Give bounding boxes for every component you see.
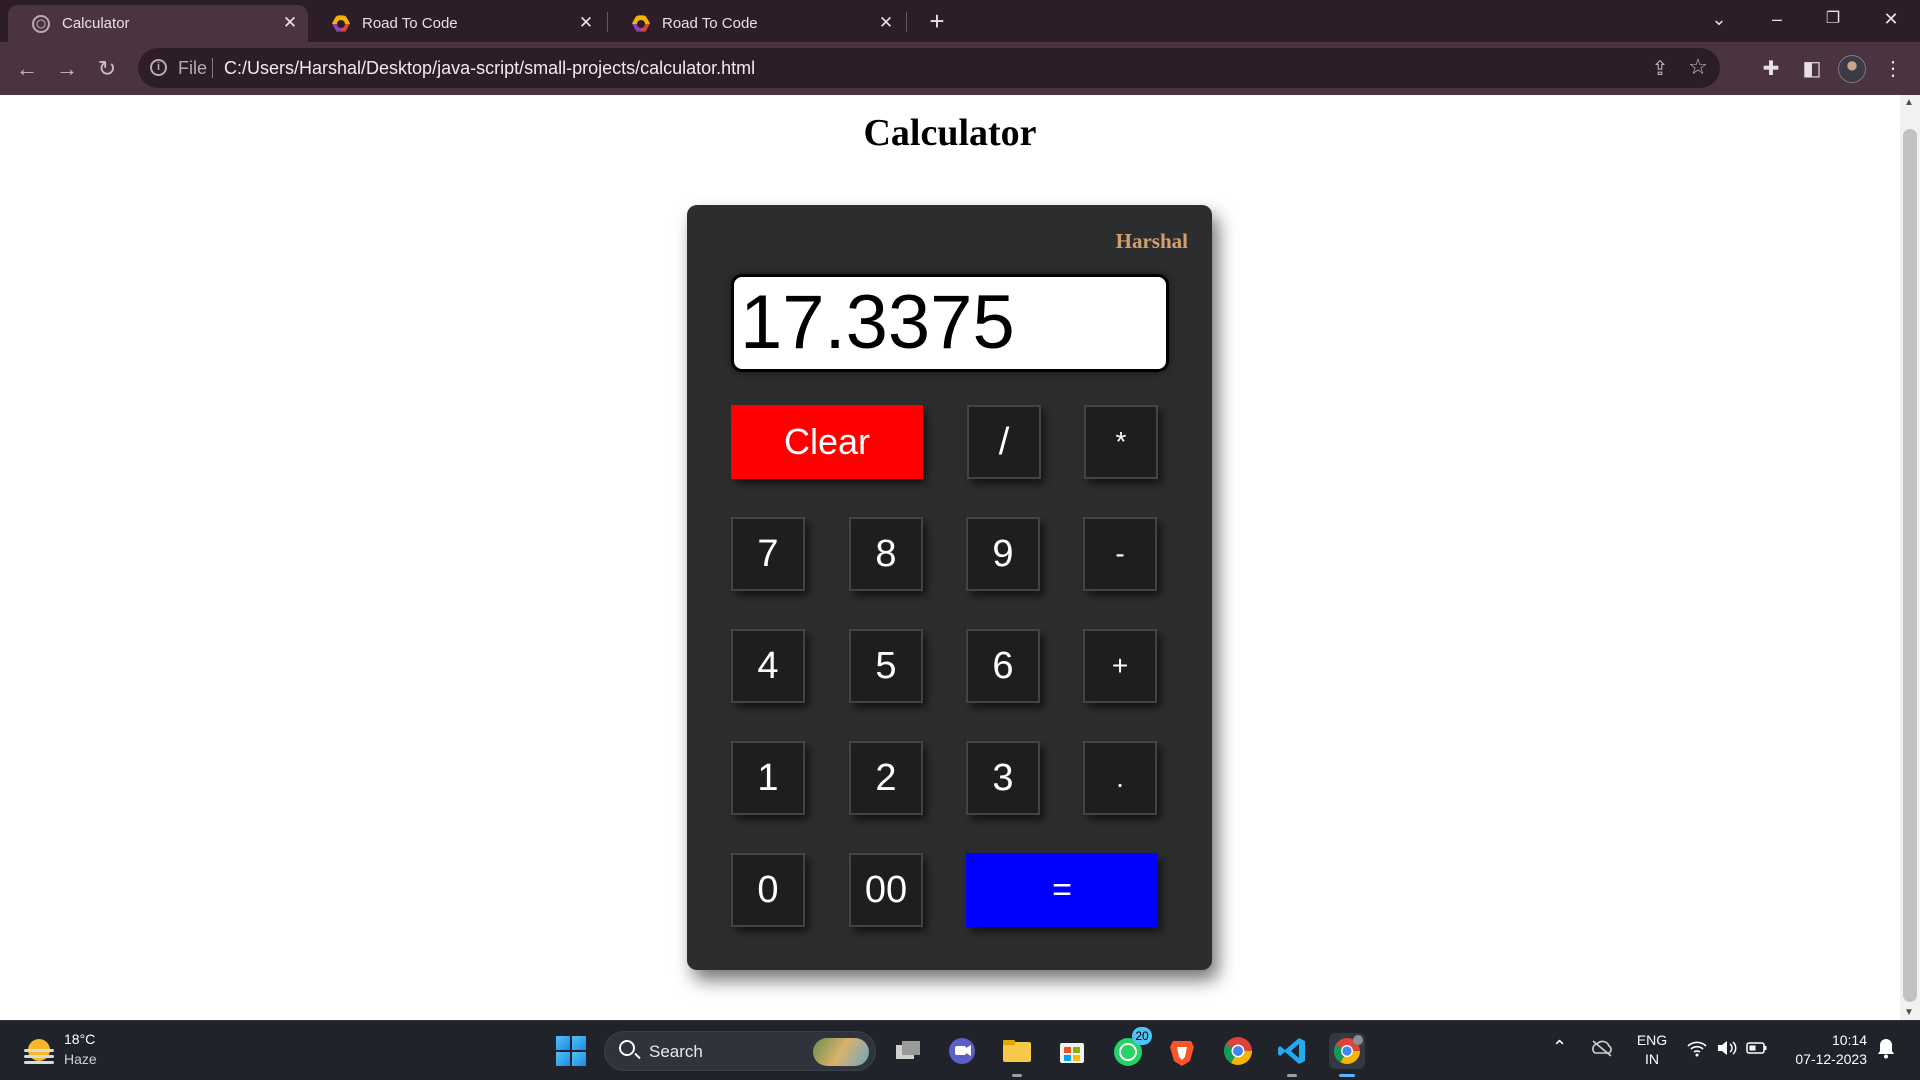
tab-search-chevron-down-icon[interactable]: ⌄ xyxy=(1694,0,1744,42)
digit-6-button[interactable]: 6 xyxy=(966,629,1040,703)
new-tab-button[interactable]: + xyxy=(922,7,952,37)
file-explorer-icon[interactable] xyxy=(999,1033,1035,1077)
language-region: IN xyxy=(1645,1051,1659,1067)
close-icon[interactable]: ✕ xyxy=(876,13,896,33)
system-clock[interactable]: 10:14 07-12-2023 xyxy=(1785,1031,1867,1069)
search-icon xyxy=(619,1040,635,1056)
weather-temperature[interactable]: 18°C xyxy=(64,1031,95,1047)
info-icon[interactable]: i xyxy=(150,59,167,76)
chrome-icon[interactable] xyxy=(1220,1033,1256,1069)
show-hidden-icons-chevron-up-icon[interactable]: ⌃ xyxy=(1552,1037,1567,1058)
calculator-display[interactable]: 17.3375 xyxy=(734,277,1166,369)
url-text[interactable]: C:/Users/Harshal/Desktop/java-script/sma… xyxy=(224,58,755,79)
decimal-point-button[interactable]: . xyxy=(1083,741,1157,815)
digit-0-button[interactable]: 0 xyxy=(731,853,805,927)
close-icon[interactable]: ✕ xyxy=(576,13,596,33)
running-indicator xyxy=(1012,1074,1022,1077)
teams-chat-icon[interactable] xyxy=(944,1033,980,1069)
notification-bell-icon[interactable] xyxy=(1876,1037,1896,1062)
plus-button[interactable]: + xyxy=(1083,629,1157,703)
address-bar[interactable]: i File C:/Users/Harshal/Desktop/java-scr… xyxy=(138,48,1720,88)
language-code: ENG xyxy=(1636,1032,1668,1048)
digit-8-button[interactable]: 8 xyxy=(849,517,923,591)
browser-tab-strip: Calculator ✕ Road To Code ✕ Road To Code… xyxy=(0,0,1920,42)
microsoft-store-icon[interactable] xyxy=(1054,1033,1090,1069)
extensions-puzzle-icon[interactable]: ✚ xyxy=(1756,54,1786,84)
scrollbar-thumb[interactable] xyxy=(1903,129,1917,1002)
tab-title: Road To Code xyxy=(362,15,458,32)
digit-7-button[interactable]: 7 xyxy=(731,517,805,591)
chrome-profile-icon[interactable] xyxy=(1329,1033,1365,1077)
notification-badge: 20 xyxy=(1132,1027,1152,1045)
tab-calculator[interactable]: Calculator ✕ xyxy=(8,5,308,42)
wifi-icon[interactable] xyxy=(1686,1039,1708,1060)
language-indicator[interactable]: ENG IN xyxy=(1636,1031,1668,1069)
tab-road-to-code-2[interactable]: Road To Code ✕ xyxy=(608,5,904,42)
active-running-indicator xyxy=(1339,1074,1355,1077)
page-viewport: Calculator Harshal 17.3375 Clear / * 7 8… xyxy=(0,95,1920,1020)
page-title: Calculator xyxy=(863,112,1037,154)
windows-start-icon[interactable] xyxy=(556,1036,586,1066)
whatsapp-icon[interactable]: 20 xyxy=(1110,1027,1152,1069)
back-arrow-icon[interactable]: ← xyxy=(10,52,44,86)
share-icon[interactable]: ⇪ xyxy=(1648,56,1672,80)
digit-5-button[interactable]: 5 xyxy=(849,629,923,703)
tab-title: Road To Code xyxy=(662,15,758,32)
weather-haze-icon[interactable] xyxy=(24,1037,54,1064)
windows-taskbar: 18°C Haze Search 20 ⌃ ENG IN 10:14 07-12… xyxy=(0,1020,1920,1080)
minimize-icon[interactable]: – xyxy=(1752,0,1802,42)
profile-avatar[interactable] xyxy=(1838,55,1866,83)
tab-road-to-code-1[interactable]: Road To Code ✕ xyxy=(308,5,604,42)
digit-4-button[interactable]: 4 xyxy=(731,629,805,703)
road-to-code-favicon-icon xyxy=(332,15,350,32)
globe-icon xyxy=(32,14,50,33)
bookmark-star-icon[interactable]: ☆ xyxy=(1686,54,1710,79)
battery-icon[interactable] xyxy=(1746,1041,1768,1058)
search-highlight-art-icon xyxy=(813,1038,869,1066)
divide-button[interactable]: / xyxy=(967,405,1041,479)
running-indicator xyxy=(1287,1074,1297,1077)
menu-kebab-icon[interactable]: ⋮ xyxy=(1878,54,1908,84)
clock-date: 07-12-2023 xyxy=(1795,1051,1867,1067)
restore-icon[interactable]: ❐ xyxy=(1808,0,1858,42)
double-zero-button[interactable]: 00 xyxy=(849,853,923,927)
equals-button[interactable]: = xyxy=(966,853,1158,927)
reload-icon[interactable]: ↻ xyxy=(90,52,124,86)
volume-icon[interactable] xyxy=(1716,1039,1738,1060)
vertical-scrollbar[interactable]: ▲ ▼ xyxy=(1900,95,1920,1020)
scroll-up-arrow-icon[interactable]: ▲ xyxy=(1904,97,1914,108)
vs-code-icon[interactable] xyxy=(1274,1033,1310,1077)
scheme-label: File xyxy=(178,58,208,78)
digit-2-button[interactable]: 2 xyxy=(849,741,923,815)
side-panel-icon[interactable]: ◧ xyxy=(1797,54,1827,84)
task-view-icon[interactable] xyxy=(890,1033,926,1069)
digit-3-button[interactable]: 3 xyxy=(966,741,1040,815)
multiply-button[interactable]: * xyxy=(1084,405,1158,479)
clear-button[interactable]: Clear xyxy=(731,405,923,479)
close-icon[interactable]: ✕ xyxy=(280,13,300,33)
browser-toolbar: ← → ↻ i File C:/Users/Harshal/Desktop/ja… xyxy=(0,42,1920,95)
search-label: Search xyxy=(649,1042,703,1061)
author-label: Harshal xyxy=(1115,229,1188,253)
onedrive-offline-icon[interactable] xyxy=(1590,1039,1614,1060)
weather-description[interactable]: Haze xyxy=(64,1051,97,1067)
scroll-down-arrow-icon[interactable]: ▼ xyxy=(1904,1007,1914,1018)
clock-time: 10:14 xyxy=(1831,1032,1867,1048)
taskbar-search-box[interactable]: Search xyxy=(604,1031,876,1071)
forward-arrow-icon[interactable]: → xyxy=(50,52,84,86)
brave-browser-icon[interactable] xyxy=(1164,1033,1200,1069)
minus-button[interactable]: - xyxy=(1083,517,1157,591)
tab-divider xyxy=(906,12,907,32)
road-to-code-favicon-icon xyxy=(632,15,650,32)
address-divider xyxy=(212,58,213,78)
digit-1-button[interactable]: 1 xyxy=(731,741,805,815)
calculator-panel: Harshal 17.3375 Clear / * 7 8 9 - 4 5 6 … xyxy=(687,205,1212,970)
digit-9-button[interactable]: 9 xyxy=(966,517,1040,591)
window-close-icon[interactable]: ✕ xyxy=(1866,0,1916,42)
tab-title: Calculator xyxy=(62,15,130,32)
